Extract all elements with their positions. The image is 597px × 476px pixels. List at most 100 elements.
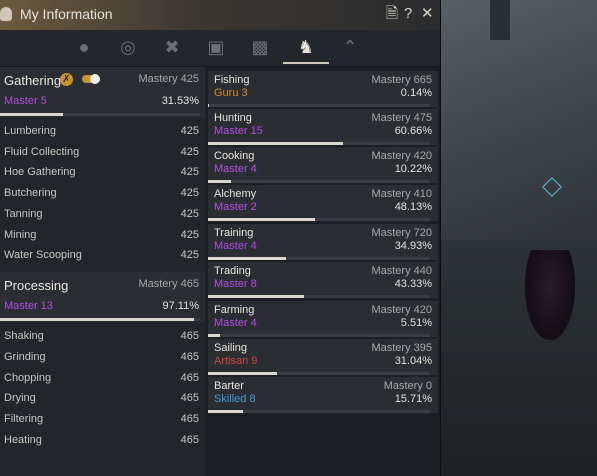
skill-percent: 34.93% bbox=[394, 240, 432, 252]
skill-name: Farming bbox=[214, 304, 255, 316]
skill-card-hunting[interactable]: Hunting Mastery 475 Master 15 60.66% bbox=[208, 109, 438, 145]
subskill-value: 425 bbox=[180, 229, 199, 241]
skill-percent: 48.13% bbox=[394, 201, 432, 213]
skill-progress-bar bbox=[208, 295, 430, 298]
list-item: Butchering 425 bbox=[0, 184, 205, 204]
skill-card-barter[interactable]: Barter Mastery 0 Skilled 8 15.71% bbox=[208, 377, 438, 413]
skill-progress-fill bbox=[208, 410, 243, 413]
skill-mastery: Mastery 475 bbox=[371, 112, 432, 124]
subskill-name: Water Scooping bbox=[4, 249, 82, 261]
skill-name: Barter bbox=[214, 380, 244, 392]
subskill-value: 425 bbox=[180, 125, 199, 137]
person-icon[interactable]: ● bbox=[70, 34, 98, 60]
skill-progress-bar bbox=[208, 142, 430, 145]
skill-progress-fill bbox=[208, 218, 315, 221]
gathering-mastery: Mastery 425 bbox=[138, 73, 199, 85]
subskill-name: Mining bbox=[4, 229, 37, 241]
document-icon[interactable]: 🗎 bbox=[386, 6, 398, 22]
skill-rank: Master 4 bbox=[214, 317, 257, 329]
skill-mastery: Mastery 420 bbox=[371, 304, 432, 316]
horse-icon[interactable]: ♞ bbox=[292, 34, 320, 60]
help-icon[interactable]: ? bbox=[404, 6, 412, 22]
skill-card-fishing[interactable]: Fishing Mastery 665 Guru 3 0.14% bbox=[208, 71, 438, 107]
list-item: Grinding 465 bbox=[0, 348, 205, 368]
bar-chart-icon[interactable]: ▩ bbox=[246, 34, 274, 60]
subskill-value: 465 bbox=[180, 330, 199, 342]
skill-card-farming[interactable]: Farming Mastery 420 Master 4 5.51% bbox=[208, 301, 438, 337]
list-item: Hoe Gathering 425 bbox=[0, 163, 205, 183]
helmet-logo-icon bbox=[0, 7, 12, 21]
skill-rank: Guru 3 bbox=[214, 87, 248, 99]
subskill-name: Filtering bbox=[4, 413, 44, 425]
skill-percent: 43.33% bbox=[394, 278, 432, 290]
skill-progress-fill bbox=[208, 180, 231, 183]
subskill-name: Hoe Gathering bbox=[4, 166, 76, 178]
list-item: Tanning 425 bbox=[0, 205, 205, 225]
life-skills-panel: Fishing Mastery 665 Guru 3 0.14% Hunting… bbox=[206, 67, 440, 476]
subskill-name: Chopping bbox=[4, 372, 52, 384]
skill-percent: 15.71% bbox=[394, 393, 432, 405]
gathering-progress-fill bbox=[0, 113, 64, 116]
skill-percent: 5.51% bbox=[400, 317, 432, 329]
processing-header: Processing Mastery 465 Master 13 97.11% bbox=[0, 272, 205, 322]
skill-card-training[interactable]: Training Mastery 720 Master 4 34.93% bbox=[208, 224, 438, 260]
subskill-name: Butchering bbox=[4, 187, 57, 199]
skill-mastery: Mastery 720 bbox=[371, 227, 432, 239]
skill-progress-fill bbox=[208, 372, 277, 375]
gathering-toggle[interactable] bbox=[82, 74, 100, 84]
skill-percent: 60.66% bbox=[394, 125, 432, 137]
processing-mastery: Mastery 465 bbox=[138, 278, 199, 290]
processing-progress-bar bbox=[0, 318, 200, 321]
skill-card-sailing[interactable]: Sailing Mastery 395 Artisan 9 31.04% bbox=[208, 339, 438, 375]
subskill-name: Drying bbox=[4, 392, 36, 404]
subskill-value: 425 bbox=[180, 187, 199, 199]
close-icon[interactable]: ✕ bbox=[421, 6, 434, 22]
player-character bbox=[525, 250, 575, 340]
skill-mastery: Mastery 665 bbox=[371, 74, 432, 86]
pickaxe-icon[interactable]: ✗ bbox=[60, 73, 73, 86]
subskill-name: Grinding bbox=[4, 351, 46, 363]
skill-progress-bar bbox=[208, 372, 430, 375]
my-information-window: My Information 🗎 ? ✕ ● ◎ ✖ ▣ ▩ ♞ ⌃ Gathe… bbox=[0, 0, 441, 476]
chevron-up-icon[interactable]: ⌃ bbox=[336, 34, 364, 60]
skill-progress-bar bbox=[208, 410, 430, 413]
crossed-tools-icon[interactable]: ✖ bbox=[158, 34, 186, 60]
skill-progress-bar bbox=[208, 257, 430, 260]
skill-percent: 0.14% bbox=[400, 87, 432, 99]
skill-name: Hunting bbox=[214, 112, 252, 124]
subskill-value: 425 bbox=[180, 166, 199, 178]
skill-rank: Skilled 8 bbox=[214, 393, 256, 405]
skill-name: Training bbox=[214, 227, 254, 239]
gathering-title: Gathering bbox=[4, 73, 62, 88]
skill-card-trading[interactable]: Trading Mastery 440 Master 8 43.33% bbox=[208, 262, 438, 298]
subskill-name: Shaking bbox=[4, 330, 44, 342]
skill-card-cooking[interactable]: Cooking Mastery 420 Master 4 10.22% bbox=[208, 147, 438, 183]
subskill-name: Tanning bbox=[4, 208, 43, 220]
title-bar[interactable]: My Information 🗎 ? ✕ bbox=[0, 0, 440, 31]
list-item: Chopping 465 bbox=[0, 369, 205, 389]
list-item: Lumbering 425 bbox=[0, 122, 205, 142]
skill-mastery: Mastery 395 bbox=[371, 342, 432, 354]
skill-rank: Master 4 bbox=[214, 240, 257, 252]
skill-progress-fill bbox=[208, 334, 221, 337]
subskill-name: Fluid Collecting bbox=[4, 146, 80, 158]
skill-mastery: Mastery 440 bbox=[371, 265, 432, 277]
subskill-value: 465 bbox=[180, 351, 199, 363]
skill-name: Cooking bbox=[214, 150, 255, 162]
list-item: Heating 465 bbox=[0, 431, 205, 451]
skill-card-alchemy[interactable]: Alchemy Mastery 410 Master 2 48.13% bbox=[208, 185, 438, 221]
list-item: Fluid Collecting 425 bbox=[0, 143, 205, 163]
list-item: Drying 465 bbox=[0, 389, 205, 409]
skill-progress-fill bbox=[208, 257, 286, 260]
medal-icon[interactable]: ◎ bbox=[114, 34, 142, 60]
skill-name: Trading bbox=[214, 265, 251, 277]
gathering-progress-bar bbox=[0, 113, 200, 116]
gift-icon[interactable]: ▣ bbox=[202, 34, 230, 60]
skill-progress-bar bbox=[208, 218, 430, 221]
list-item: Filtering 465 bbox=[0, 410, 205, 430]
subskill-value: 425 bbox=[180, 249, 199, 261]
tower-silhouette bbox=[490, 0, 510, 40]
subskill-value: 425 bbox=[180, 146, 199, 158]
skill-mastery: Mastery 420 bbox=[371, 150, 432, 162]
subskill-value: 465 bbox=[180, 413, 199, 425]
